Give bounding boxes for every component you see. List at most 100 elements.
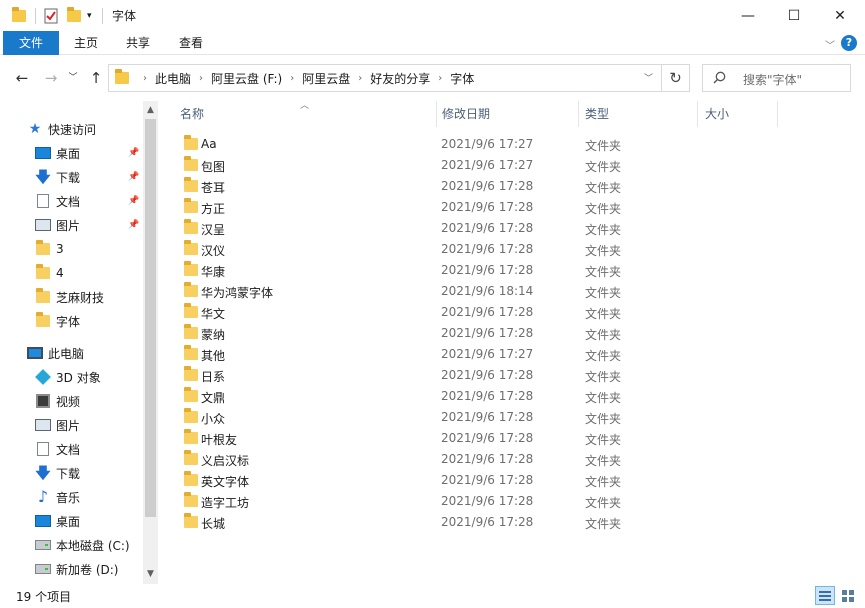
tab-file[interactable]: 文件 bbox=[3, 31, 59, 55]
large-icons-view-icon bbox=[842, 589, 854, 602]
breadcrumb-aliyun[interactable]: 阿里云盘 bbox=[302, 70, 350, 87]
breadcrumb-chevron-icon[interactable]: › bbox=[438, 73, 442, 84]
file-row[interactable]: 华文 2021/9/6 17:28 文件夹 bbox=[174, 302, 674, 323]
file-name: 长城 bbox=[201, 517, 226, 531]
navigation-bar: ← → ﹀ ↑ › 此电脑 › 阿里云盘 (F:) › 阿里云盘 › 好友的分享… bbox=[0, 55, 865, 101]
address-bar[interactable]: › 此电脑 › 阿里云盘 (F:) › 阿里云盘 › 好友的分享 › 字体 ﹀ … bbox=[108, 64, 690, 92]
tab-home[interactable]: 主页 bbox=[64, 31, 108, 55]
sidebar-item-documents-pc[interactable]: 文档 bbox=[0, 438, 143, 460]
file-type: 文件夹 bbox=[585, 475, 622, 489]
sidebar-item-fonts[interactable]: 字体 bbox=[0, 310, 143, 332]
tab-view[interactable]: 查看 bbox=[169, 31, 213, 55]
file-row[interactable]: 造字工坊 2021/9/6 17:28 文件夹 bbox=[174, 491, 674, 512]
sidebar-item-quick-access[interactable]: ★ 快速访问 bbox=[0, 118, 143, 140]
file-row[interactable]: 叶根友 2021/9/6 17:28 文件夹 bbox=[174, 428, 674, 449]
file-row[interactable]: 汉仪 2021/9/6 17:28 文件夹 bbox=[174, 239, 674, 260]
title-bar: ▾ 字体 — ☐ ✕ bbox=[0, 0, 865, 31]
sidebar-item-label: 文档 bbox=[56, 194, 81, 209]
sidebar-item-label: 芝麻财技 bbox=[56, 290, 105, 305]
sidebar-item-drive-d[interactable]: 新加卷 (D:) bbox=[0, 558, 143, 580]
large-icons-view-button[interactable] bbox=[838, 586, 858, 605]
file-type: 文件夹 bbox=[585, 139, 622, 153]
properties-check-icon[interactable] bbox=[44, 6, 60, 26]
file-row[interactable]: 蒙纳 2021/9/6 17:28 文件夹 bbox=[174, 323, 674, 344]
file-row[interactable]: 华康 2021/9/6 17:28 文件夹 bbox=[174, 260, 674, 281]
help-icon[interactable]: ? bbox=[841, 35, 857, 51]
sidebar-item-documents[interactable]: 文档 📌 bbox=[0, 190, 143, 212]
new-folder-icon[interactable] bbox=[67, 6, 81, 26]
customize-toolbar-dropdown-icon[interactable]: ▾ bbox=[87, 6, 92, 26]
scroll-down-arrow-icon[interactable]: ▼ bbox=[143, 567, 158, 582]
breadcrumb-this-pc[interactable]: 此电脑 bbox=[155, 70, 191, 87]
expand-ribbon-chevron-icon[interactable]: ﹀ bbox=[825, 37, 835, 52]
sidebar-item-drive-c[interactable]: 本地磁盘 (C:) bbox=[0, 534, 143, 556]
file-row[interactable]: 华为鸿蒙字体 2021/9/6 18:14 文件夹 bbox=[174, 281, 674, 302]
sidebar-item-folder-3[interactable]: 3 bbox=[0, 238, 143, 260]
breadcrumb-chevron-icon[interactable]: › bbox=[290, 73, 294, 84]
refresh-icon[interactable]: ↻ bbox=[661, 65, 689, 91]
breadcrumb-friends-share[interactable]: 好友的分享 bbox=[370, 70, 430, 87]
recent-locations-chevron-icon[interactable]: ﹀ bbox=[63, 68, 83, 88]
sidebar-item-downloads-pc[interactable]: 🡇 下载 bbox=[0, 462, 143, 484]
file-row[interactable]: 英文字体 2021/9/6 17:28 文件夹 bbox=[174, 470, 674, 491]
file-modified-date: 2021/9/6 17:28 bbox=[441, 200, 534, 214]
file-row[interactable]: 义启汉标 2021/9/6 17:28 文件夹 bbox=[174, 449, 674, 470]
sidebar-item-folder-4[interactable]: 4 bbox=[0, 262, 143, 284]
up-arrow-icon[interactable]: ↑ bbox=[86, 68, 106, 88]
column-header-type[interactable]: 类型 bbox=[577, 101, 697, 127]
column-divider[interactable] bbox=[777, 101, 778, 127]
sidebar-scrollbar[interactable]: ▲ ▼ bbox=[143, 101, 158, 584]
file-type: 文件夹 bbox=[585, 265, 622, 279]
search-placeholder: 搜索"字体" bbox=[743, 73, 803, 87]
file-name: 其他 bbox=[201, 349, 226, 363]
column-header-name[interactable]: 名称 bbox=[172, 101, 437, 127]
maximize-button[interactable]: ☐ bbox=[771, 0, 817, 31]
sidebar-item-music[interactable]: ♪ 音乐 bbox=[0, 486, 143, 508]
file-row[interactable]: 汉呈 2021/9/6 17:28 文件夹 bbox=[174, 218, 674, 239]
file-row[interactable]: 长城 2021/9/6 17:28 文件夹 bbox=[174, 512, 674, 533]
details-view-button[interactable] bbox=[815, 586, 835, 605]
back-arrow-icon[interactable]: ← bbox=[12, 68, 32, 88]
sidebar-item-zhima[interactable]: 芝麻财技 bbox=[0, 286, 143, 308]
breadcrumb-drive-f[interactable]: 阿里云盘 (F:) bbox=[211, 70, 282, 87]
search-input[interactable]: 搜索"字体" bbox=[702, 64, 851, 92]
minimize-button[interactable]: — bbox=[725, 0, 771, 31]
sidebar-item-label: 3 bbox=[56, 242, 64, 256]
desktop-icon bbox=[35, 514, 51, 528]
file-row[interactable]: 包图 2021/9/6 17:27 文件夹 bbox=[174, 155, 674, 176]
file-row[interactable]: 方正 2021/9/6 17:28 文件夹 bbox=[174, 197, 674, 218]
file-row[interactable]: 苍耳 2021/9/6 17:28 文件夹 bbox=[174, 176, 674, 197]
breadcrumb-fonts[interactable]: 字体 bbox=[450, 70, 474, 87]
file-row[interactable]: Aa 2021/9/6 17:27 文件夹 bbox=[174, 134, 674, 155]
column-header-size[interactable]: 大小 bbox=[697, 101, 777, 127]
breadcrumb-chevron-icon[interactable]: › bbox=[199, 73, 203, 84]
sidebar-item-desktop-pc[interactable]: 桌面 bbox=[0, 510, 143, 532]
sidebar-item-this-pc[interactable]: 此电脑 bbox=[0, 342, 143, 364]
scroll-up-arrow-icon[interactable]: ▲ bbox=[143, 103, 158, 118]
column-header-date[interactable]: 修改日期 bbox=[434, 101, 577, 127]
sidebar-item-pictures[interactable]: 图片 📌 bbox=[0, 214, 143, 236]
breadcrumb-chevron-icon[interactable]: › bbox=[358, 73, 362, 84]
quick-access-folder-icon[interactable] bbox=[12, 6, 26, 26]
title-separator bbox=[35, 6, 36, 26]
breadcrumb-chevron-icon[interactable]: › bbox=[143, 73, 147, 84]
close-button[interactable]: ✕ bbox=[817, 0, 863, 31]
scrollbar-thumb[interactable] bbox=[145, 119, 156, 517]
file-type: 文件夹 bbox=[585, 160, 622, 174]
address-history-chevron-icon[interactable]: ﹀ bbox=[644, 71, 653, 84]
file-row[interactable]: 其他 2021/9/6 17:27 文件夹 bbox=[174, 344, 674, 365]
pin-icon: 📌 bbox=[128, 148, 140, 158]
file-row[interactable]: 日系 2021/9/6 17:28 文件夹 bbox=[174, 365, 674, 386]
sidebar-item-pictures-pc[interactable]: 图片 bbox=[0, 414, 143, 436]
sidebar-item-downloads[interactable]: 🡇 下载 📌 bbox=[0, 166, 143, 188]
sidebar-item-desktop[interactable]: 桌面 📌 bbox=[0, 142, 143, 164]
file-name: 华文 bbox=[201, 307, 226, 321]
tab-share[interactable]: 共享 bbox=[116, 31, 160, 55]
file-modified-date: 2021/9/6 17:28 bbox=[441, 326, 534, 340]
forward-arrow-icon[interactable]: → bbox=[41, 68, 61, 88]
sidebar-item-videos[interactable]: 视频 bbox=[0, 390, 143, 412]
file-row[interactable]: 小众 2021/9/6 17:28 文件夹 bbox=[174, 407, 674, 428]
file-row[interactable]: 文鼎 2021/9/6 17:28 文件夹 bbox=[174, 386, 674, 407]
file-modified-date: 2021/9/6 17:27 bbox=[441, 347, 534, 361]
sidebar-item-3d-objects[interactable]: 3D 对象 bbox=[0, 366, 143, 388]
